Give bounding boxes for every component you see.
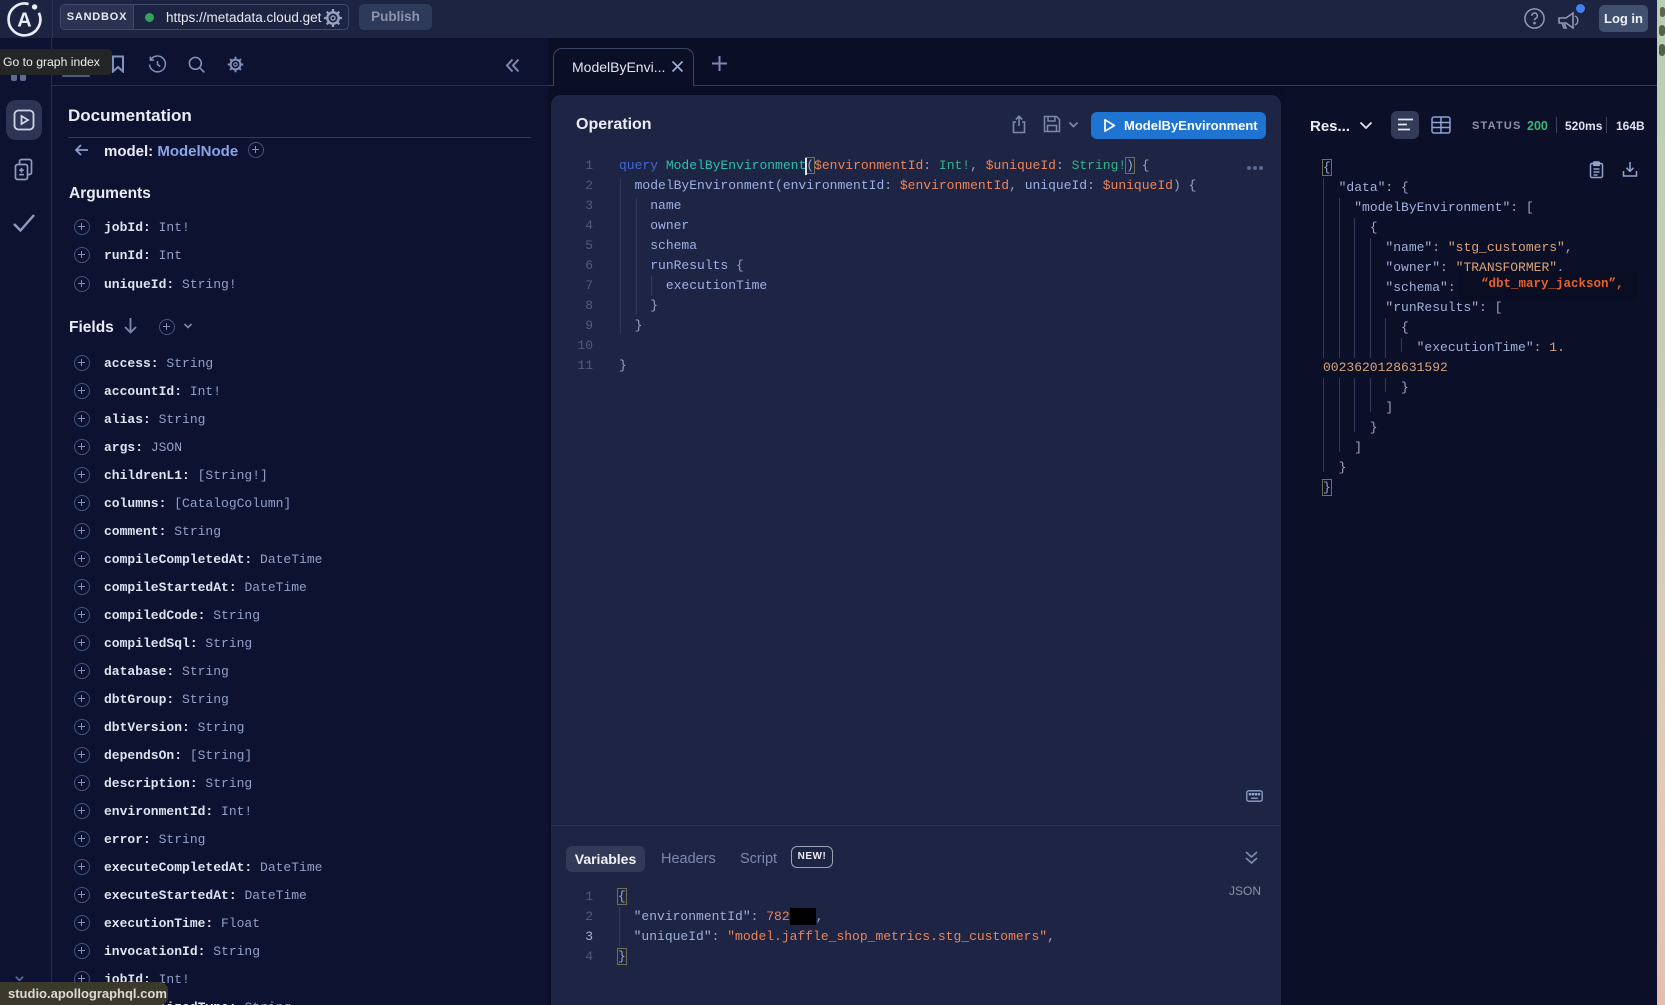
svg-text:A: A xyxy=(17,10,31,32)
